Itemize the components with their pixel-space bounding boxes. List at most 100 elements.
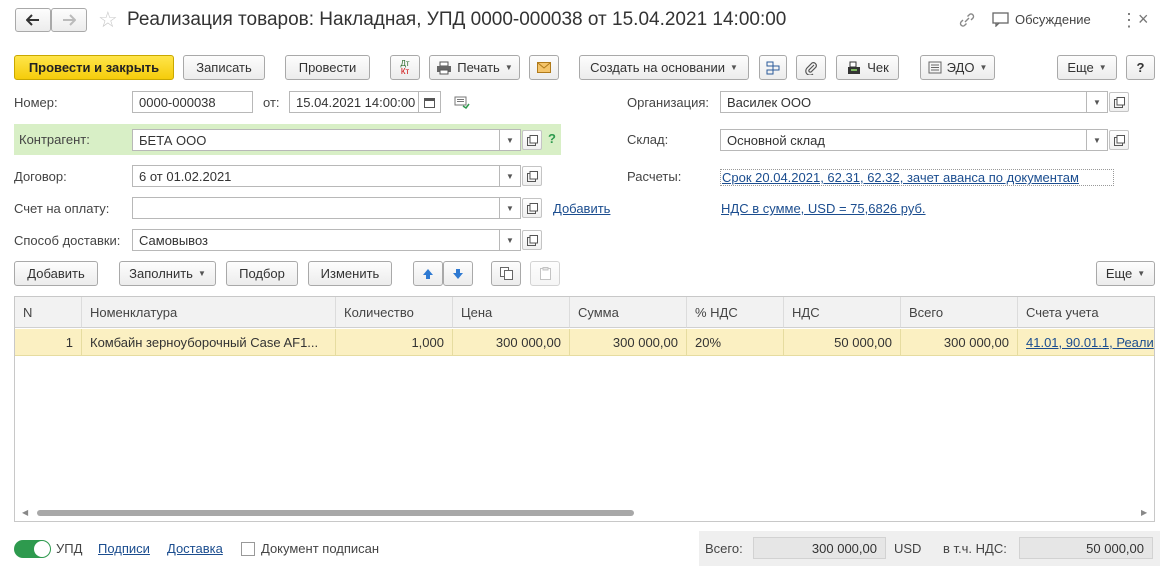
cell-total[interactable]: 300 000,00	[901, 329, 1018, 356]
email-button[interactable]	[529, 55, 559, 80]
vat-link[interactable]: НДС в сумме, USD = 75,6826 руб.	[721, 201, 926, 216]
signatures-link[interactable]: Подписи	[98, 541, 150, 556]
warehouse-open-button[interactable]	[1109, 130, 1129, 150]
fill-button[interactable]: Заполнить ▼	[119, 261, 216, 286]
copy-button[interactable]	[491, 261, 521, 286]
vat-total-label: в т.ч. НДС:	[943, 541, 1007, 556]
cell-quantity[interactable]: 1,000	[336, 329, 453, 356]
help-button[interactable]: ?	[1126, 55, 1155, 80]
horizontal-scrollbar[interactable]	[37, 510, 634, 516]
more-vertical-icon[interactable]: ⋮	[1120, 8, 1138, 32]
column-header[interactable]: N	[15, 297, 82, 328]
post-and-close-button[interactable]: Провести и закрыть	[14, 55, 174, 80]
payments-link[interactable]: Срок 20.04.2021, 62.31, 62.32, зачет ава…	[720, 169, 1114, 186]
caret-down-icon: ▼	[1098, 63, 1107, 72]
org-input[interactable]: Василек ООО	[720, 91, 1087, 113]
total-value: 300 000,00	[753, 537, 886, 559]
invoice-input[interactable]	[132, 197, 500, 219]
edo-button[interactable]: ЭДО ▼	[920, 55, 995, 80]
caret-down-icon: ▼	[506, 235, 514, 245]
column-header[interactable]: Счета учета	[1018, 297, 1154, 328]
contractor-dropdown[interactable]: ▼	[500, 129, 521, 151]
scrollbar-right-arrow[interactable]: ▶	[1141, 508, 1147, 517]
help-label: ?	[1136, 60, 1145, 75]
dt-kt-button[interactable]: Дт Кт	[390, 55, 420, 80]
printer-icon	[437, 61, 452, 74]
move-up-button[interactable]	[413, 261, 443, 286]
attach-button[interactable]	[796, 55, 826, 80]
calendar-button[interactable]	[419, 91, 441, 113]
cell-vat-rate[interactable]: 20%	[687, 329, 784, 356]
open-window-icon	[526, 170, 538, 182]
add-row-button[interactable]: Добавить	[14, 261, 98, 286]
forward-button[interactable]	[51, 8, 87, 32]
scrollbar-left-arrow[interactable]: ◀	[22, 508, 28, 517]
upd-label: УПД	[56, 541, 83, 556]
link-icon[interactable]	[958, 12, 976, 31]
column-header[interactable]: Количество	[336, 297, 453, 328]
contract-dropdown[interactable]: ▼	[500, 165, 521, 187]
warehouse-dropdown[interactable]: ▼	[1087, 129, 1108, 151]
number-input[interactable]: 0000-000038	[132, 91, 253, 113]
comment-icon[interactable]	[454, 96, 470, 112]
delivery-input[interactable]: Самовывоз	[132, 229, 500, 251]
vat-total-value: 50 000,00	[1019, 537, 1153, 559]
delivery-label: Способ доставки:	[14, 233, 121, 248]
print-button[interactable]: Печать ▼	[429, 55, 520, 80]
contract-input[interactable]: 6 от 01.02.2021	[132, 165, 500, 187]
delivery-dropdown[interactable]: ▼	[500, 229, 521, 251]
select-label: Подбор	[239, 266, 285, 281]
date-input[interactable]: 15.04.2021 14:00:00	[289, 91, 419, 113]
page-title: Реализация товаров: Накладная, УПД 0000-…	[127, 9, 787, 30]
move-down-button[interactable]	[443, 261, 473, 286]
receipt-button[interactable]: Чек	[836, 55, 899, 80]
cell-n[interactable]: 1	[15, 329, 82, 356]
arrow-left-icon	[26, 14, 39, 26]
org-dropdown[interactable]: ▼	[1087, 91, 1108, 113]
delivery-link[interactable]: Доставка	[167, 541, 223, 556]
structure-button[interactable]	[759, 55, 787, 80]
discuss-label: Обсуждение	[1015, 12, 1091, 27]
org-open-button[interactable]	[1109, 92, 1129, 112]
paste-button[interactable]	[530, 261, 560, 286]
create-based-on-button[interactable]: Создать на основании ▼	[579, 55, 749, 80]
warehouse-input[interactable]: Основной склад	[720, 129, 1087, 151]
contractor-open-button[interactable]	[522, 130, 542, 150]
invoice-dropdown[interactable]: ▼	[500, 197, 521, 219]
open-window-icon	[526, 234, 538, 246]
contract-open-button[interactable]	[522, 166, 542, 186]
cell-vat[interactable]: 50 000,00	[784, 329, 901, 356]
column-header[interactable]: Сумма	[570, 297, 687, 328]
back-button[interactable]	[15, 8, 51, 32]
select-button[interactable]: Подбор	[226, 261, 298, 286]
cell-accounts[interactable]: 41.01, 90.01.1, Реали	[1018, 329, 1154, 356]
column-header[interactable]: Всего	[901, 297, 1018, 328]
contractor-help-icon[interactable]: ?	[548, 131, 556, 146]
column-header[interactable]: НДС	[784, 297, 901, 328]
column-header[interactable]: Номенклатура	[82, 297, 336, 328]
table-more-button[interactable]: Еще ▼	[1096, 261, 1155, 286]
more-button[interactable]: Еще ▼	[1057, 55, 1117, 80]
edit-button[interactable]: Изменить	[308, 261, 392, 286]
post-and-close-label: Провести и закрыть	[28, 60, 160, 75]
upd-toggle[interactable]	[14, 540, 51, 558]
cell-sum[interactable]: 300 000,00	[570, 329, 687, 356]
post-button[interactable]: Провести	[285, 55, 370, 80]
invoice-open-button[interactable]	[522, 198, 542, 218]
caret-down-icon: ▼	[506, 135, 514, 145]
copy-icon	[499, 267, 513, 280]
invoice-add-link[interactable]: Добавить	[553, 201, 610, 216]
delivery-open-button[interactable]	[522, 230, 542, 250]
save-button[interactable]: Записать	[183, 55, 265, 80]
contractor-label: Контрагент:	[19, 132, 90, 147]
more-label: Еще	[1067, 60, 1094, 75]
cell-nomenclature[interactable]: Комбайн зерноуборочный Case AF1...	[82, 329, 336, 356]
contractor-input[interactable]: БЕТА ООО	[132, 129, 500, 151]
column-header[interactable]: % НДС	[687, 297, 784, 328]
close-icon[interactable]: ×	[1138, 7, 1149, 31]
column-header[interactable]: Цена	[453, 297, 570, 328]
cell-price[interactable]: 300 000,00	[453, 329, 570, 356]
discuss-button[interactable]: Обсуждение	[992, 12, 1091, 27]
favorite-star-icon[interactable]: ☆	[98, 8, 118, 32]
signed-checkbox[interactable]	[241, 542, 255, 556]
